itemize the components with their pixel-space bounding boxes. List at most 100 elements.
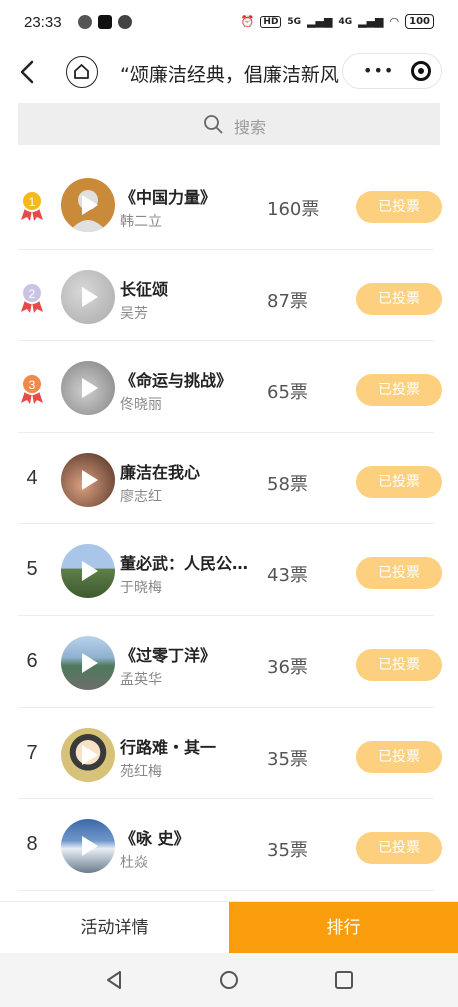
wifi-icon: ◠ [389, 15, 400, 28]
nav-home-icon[interactable] [219, 970, 239, 990]
play-icon [82, 469, 98, 490]
author-name: 廖志红 [120, 488, 162, 505]
avatar[interactable] [61, 544, 115, 599]
avatar[interactable] [61, 727, 115, 782]
list-item[interactable]: 1 《中国力量》 韩二立 160票 已投票 [0, 158, 458, 250]
hd-badge: HD [260, 15, 282, 28]
signal-5g-bars-icon: ▂▄▆ [307, 15, 333, 28]
voted-button[interactable]: 已投票 [356, 648, 442, 681]
avatar[interactable] [61, 635, 115, 690]
play-icon [82, 744, 98, 765]
system-nav-bar [0, 953, 458, 1007]
avatar[interactable] [61, 269, 115, 324]
miniprogram-capsule: ••• [342, 53, 442, 89]
play-icon [82, 652, 98, 673]
vote-count: 65票 [267, 382, 308, 404]
back-arrow-icon[interactable] [16, 58, 40, 86]
vote-count: 35票 [267, 840, 308, 862]
notification-icons [78, 15, 132, 29]
silver-medal-icon: 2 [21, 281, 43, 313]
avatar[interactable] [61, 819, 115, 874]
play-icon [82, 286, 98, 307]
vote-count: 36票 [267, 656, 308, 678]
rank-number: 5 [26, 558, 38, 581]
work-title: 《命运与挑战》 [120, 371, 233, 391]
list-item[interactable]: 3 《命运与挑战》 佟晓丽 65票 已投票 [0, 341, 458, 433]
rank-number: 7 [26, 741, 38, 764]
divider [18, 889, 434, 891]
list-item[interactable]: 8 《咏 史》 杜焱 35票 已投票 [0, 799, 458, 891]
work-title: 《过零丁洋》 [120, 645, 217, 665]
vote-count: 35票 [267, 748, 308, 770]
svg-text:3: 3 [29, 378, 36, 392]
search-icon [204, 115, 223, 134]
play-icon [82, 836, 98, 857]
play-icon [82, 561, 98, 582]
play-icon [82, 378, 98, 399]
avatar[interactable] [61, 361, 115, 416]
signal-4g-bars-icon: ▂▄▆ [358, 15, 384, 28]
signal-5g: 5G [287, 16, 302, 27]
system-icons: ⏰ HD 5G ▂▄▆ 4G ▂▄▆ ◠ 100 [241, 14, 434, 29]
voted-button[interactable]: 已投票 [356, 465, 442, 498]
bronze-medal-icon: 3 [21, 373, 43, 405]
signal-4g: 4G [338, 16, 353, 27]
vote-count: 87票 [267, 290, 308, 312]
author-name: 佟晓丽 [120, 397, 162, 414]
status-bar: 23:33 ⏰ HD 5G ▂▄▆ 4G ▂▄▆ ◠ 100 [0, 0, 458, 48]
home-button[interactable] [66, 56, 98, 88]
tiktok-icon [98, 15, 112, 29]
author-name: 苑红梅 [120, 763, 162, 780]
nav-back-icon[interactable] [104, 970, 124, 990]
avatar[interactable] [61, 178, 115, 232]
rank-number: 6 [26, 649, 38, 672]
compass-icon [118, 15, 132, 29]
work-title: 廉洁在我心 [120, 462, 201, 482]
svg-text:1: 1 [29, 195, 36, 209]
svg-text:2: 2 [29, 287, 36, 301]
voted-button[interactable]: 已投票 [356, 557, 442, 590]
tab-activity-details[interactable]: 活动详情 [0, 902, 229, 954]
voted-button[interactable]: 已投票 [356, 191, 442, 223]
work-title: 行路难・其一 [120, 737, 217, 757]
voted-button[interactable]: 已投票 [356, 832, 442, 865]
battery-indicator: 100 [405, 14, 434, 29]
bottom-tab-bar: 活动详情 排行 [0, 901, 458, 954]
status-time: 23:33 [24, 14, 62, 31]
vote-count: 43票 [267, 565, 308, 587]
alarm-icon: ⏰ [240, 15, 255, 28]
app-notification-icon [78, 15, 92, 29]
more-dots-icon[interactable]: ••• [363, 63, 394, 79]
tab-ranking[interactable]: 排行 [229, 902, 458, 954]
search-bar[interactable]: 搜索 [18, 103, 440, 145]
author-name: 孟英华 [120, 671, 162, 688]
rank-number: 4 [26, 466, 38, 489]
list-item[interactable]: 5 董必武：人民公仆的楷模 于晓梅 43票 已投票 [0, 524, 458, 616]
author-name: 韩二立 [120, 214, 162, 230]
author-name: 吴芳 [120, 305, 148, 322]
title-bar: “颂廉洁经典，倡廉洁新风 ••• [0, 48, 458, 96]
author-name: 杜焱 [120, 855, 148, 872]
voted-button[interactable]: 已投票 [356, 740, 442, 773]
avatar[interactable] [61, 452, 115, 507]
nav-recents-icon[interactable] [334, 970, 354, 990]
author-name: 于晓梅 [120, 580, 162, 597]
list-item[interactable]: 2 长征颂 吴芳 87票 已投票 [0, 250, 458, 342]
work-title: 董必武：人民公仆的楷模 [120, 554, 254, 574]
close-circle-icon[interactable] [411, 61, 431, 81]
list-item[interactable]: 6 《过零丁洋》 孟英华 36票 已投票 [0, 616, 458, 708]
search-placeholder: 搜索 [234, 118, 267, 137]
voted-button[interactable]: 已投票 [356, 282, 442, 315]
voted-button[interactable]: 已投票 [356, 374, 442, 407]
page-title: “颂廉洁经典，倡廉洁新风 [120, 64, 339, 86]
work-title: 长征颂 [120, 279, 169, 299]
gold-medal-icon: 1 [21, 190, 43, 221]
list-item[interactable]: 7 行路难・其一 苑红梅 35票 已投票 [0, 708, 458, 800]
ranking-list: 1 《中国力量》 韩二立 160票 已投票 2 长征颂 吴芳 87票 已投票 3… [0, 158, 458, 891]
vote-count: 160票 [267, 199, 320, 220]
list-item[interactable]: 4 廉洁在我心 廖志红 58票 已投票 [0, 433, 458, 525]
vote-count: 58票 [267, 473, 308, 495]
play-icon [82, 195, 98, 215]
rank-number: 8 [26, 833, 38, 856]
work-title: 《中国力量》 [120, 188, 217, 207]
